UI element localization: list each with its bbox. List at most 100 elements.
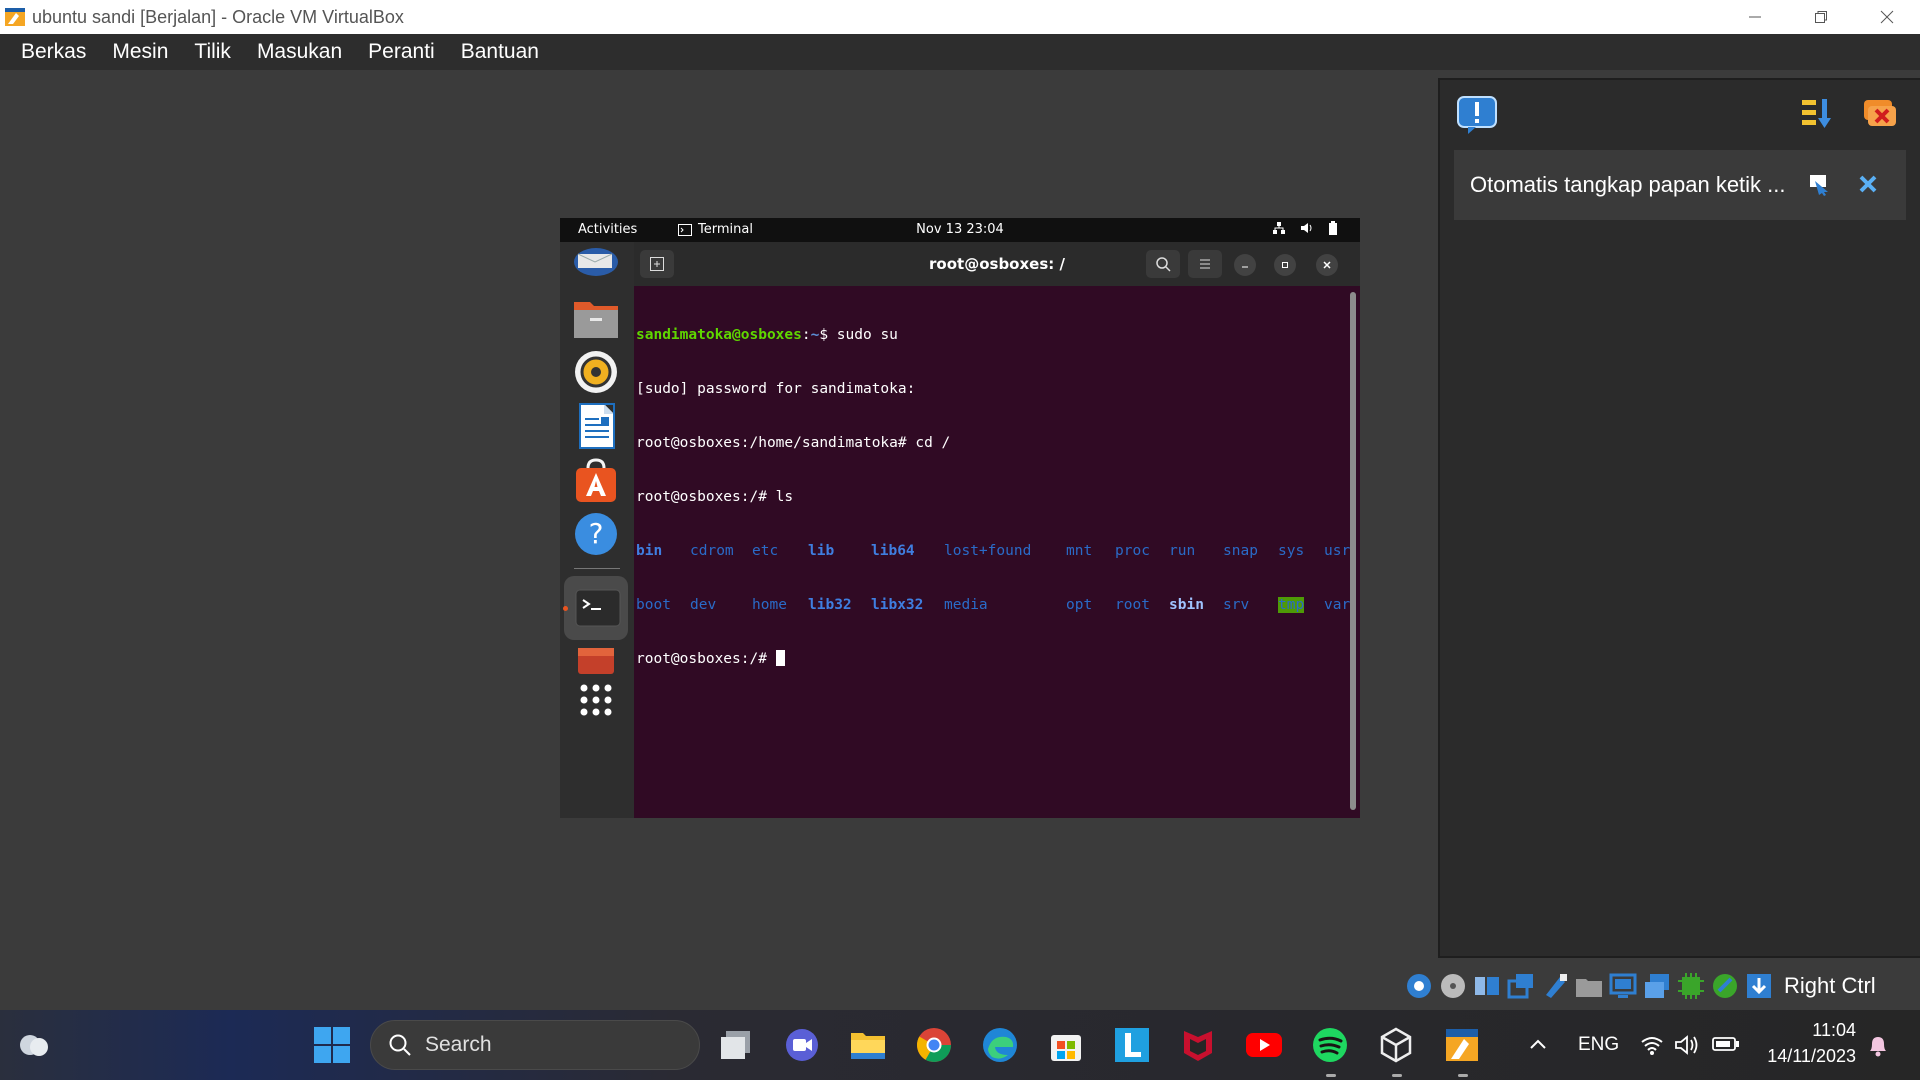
microsoft-store-icon[interactable] <box>1046 1025 1086 1065</box>
l-app-icon[interactable] <box>1112 1025 1152 1065</box>
sort-notifications-icon[interactable] <box>1800 96 1836 132</box>
youtube-icon[interactable] <box>1244 1025 1284 1065</box>
trash-icon[interactable] <box>572 646 620 674</box>
gnome-top-bar: Activities Terminal Nov 13 23:04 <box>560 218 1360 242</box>
shared-folders-icon[interactable] <box>1574 971 1604 1001</box>
display-icon[interactable] <box>1608 971 1638 1001</box>
close-button[interactable] <box>1854 0 1920 34</box>
svg-text:?: ? <box>589 517 604 550</box>
search-icon <box>1156 257 1171 272</box>
terminal-dock-icon[interactable] <box>574 584 622 632</box>
ls-entry: sbin <box>1169 597 1204 613</box>
thunderbird-icon[interactable] <box>572 244 620 292</box>
menu-mesin[interactable]: Mesin <box>99 34 181 70</box>
terminal-headerbar: root@osboxes: / <box>634 242 1360 286</box>
audio-icon[interactable] <box>1472 971 1502 1001</box>
menu-bantuan[interactable]: Bantuan <box>448 34 552 70</box>
rhythmbox-icon[interactable] <box>572 348 620 396</box>
mcafee-icon[interactable] <box>1178 1025 1218 1065</box>
current-prompt: root@osboxes:/# <box>636 651 776 667</box>
keyboard-capture-icon[interactable] <box>1808 172 1832 196</box>
battery-icon[interactable] <box>1712 1036 1740 1052</box>
ls-entry: proc <box>1115 543 1150 559</box>
menu-peranti[interactable]: Peranti <box>355 34 448 70</box>
optical-drive-icon[interactable] <box>1438 971 1468 1001</box>
ls-entry: lib32 <box>808 597 852 613</box>
chevron-up-icon[interactable] <box>1528 1035 1548 1055</box>
notification-bell-icon[interactable] <box>1866 1032 1890 1058</box>
terminal-window[interactable]: root@osboxes: / sandimatoka@osboxes:~$ s… <box>634 242 1360 818</box>
volume-icon[interactable] <box>1300 221 1314 235</box>
cpu-icon[interactable] <box>1676 971 1706 1001</box>
task-view-icon[interactable] <box>716 1025 756 1065</box>
clear-notifications-icon[interactable] <box>1860 94 1900 134</box>
taskbar-time[interactable]: 11:04 <box>1748 1020 1856 1041</box>
minimize-button[interactable] <box>1722 0 1788 34</box>
menu-berkas[interactable]: Berkas <box>8 34 99 70</box>
ls-entry: snap <box>1223 543 1258 559</box>
teams-chat-icon[interactable] <box>782 1025 822 1065</box>
window-title: ubuntu sandi [Berjalan] - Oracle VM Virt… <box>32 6 404 27</box>
terminal-output[interactable]: sandimatoka@osboxes:~$ sudo su [sudo] pa… <box>636 290 1350 704</box>
edge-icon[interactable] <box>980 1025 1020 1065</box>
libreoffice-writer-icon[interactable] <box>572 402 620 450</box>
host-key-label: Right Ctrl <box>1784 973 1876 998</box>
dismiss-notification-icon[interactable] <box>1858 174 1878 194</box>
mouse-integration-icon[interactable] <box>1710 971 1740 1001</box>
terminal-search-button[interactable] <box>1146 250 1180 278</box>
gnome-clock[interactable]: Nov 13 23:04 <box>560 222 1360 237</box>
files-icon[interactable] <box>572 294 620 342</box>
hamburger-menu-icon <box>1200 259 1210 269</box>
language-indicator[interactable]: ENG <box>1578 1034 1619 1056</box>
windows-taskbar: Search ENG 11:04 14/11/2023 <box>0 1010 1920 1080</box>
3d-box-app-icon[interactable] <box>1376 1025 1416 1065</box>
close-icon <box>1880 10 1894 24</box>
video-capture-icon[interactable] <box>1642 971 1672 1001</box>
notification-alert-icon[interactable] <box>1456 94 1498 136</box>
minimize-icon <box>1242 266 1248 268</box>
show-applications-icon[interactable] <box>572 678 620 726</box>
ubuntu-software-icon[interactable] <box>572 456 620 504</box>
spotify-icon[interactable] <box>1310 1025 1350 1065</box>
virtualbox-taskbar-icon[interactable] <box>1442 1025 1482 1065</box>
ls-output-row-1: bin cdrom etc lib lib64 lost+found mnt p… <box>636 542 1350 560</box>
window-titlebar: ubuntu sandi [Berjalan] - Oracle VM Virt… <box>0 0 1920 34</box>
taskbar-search-box[interactable]: Search <box>370 1020 700 1070</box>
ls-entry: run <box>1169 543 1196 559</box>
terminal-close-button[interactable] <box>1316 254 1338 276</box>
network-icon[interactable] <box>1272 221 1286 235</box>
battery-icon[interactable] <box>1328 221 1338 235</box>
windows-start-icon[interactable] <box>312 1025 352 1065</box>
terminal-scrollbar[interactable] <box>1350 292 1356 810</box>
network-adapter-icon[interactable] <box>1506 971 1536 1001</box>
notification-center-panel: Otomatis tangkap papan ketik ... <box>1438 78 1920 958</box>
ls-entry: mnt <box>1066 543 1093 559</box>
terminal-minimize-button[interactable] <box>1234 254 1256 276</box>
notification-card[interactable]: Otomatis tangkap papan ketik ... <box>1454 150 1906 220</box>
terminal-line: [sudo] password for sandimatoka: <box>636 381 916 397</box>
taskbar-date[interactable]: 14/11/2023 <box>1748 1046 1856 1067</box>
wifi-icon[interactable] <box>1640 1034 1664 1056</box>
ls-entry-tmp: tmp <box>1278 596 1324 614</box>
hard-disk-icon[interactable] <box>1404 971 1434 1001</box>
terminal-menu-button[interactable] <box>1188 250 1222 278</box>
ls-entry: sys <box>1278 543 1305 559</box>
menu-masukan[interactable]: Masukan <box>244 34 355 70</box>
weather-icon[interactable] <box>14 1025 54 1065</box>
vm-display[interactable]: Activities Terminal Nov 13 23:04 ? root@… <box>560 218 1360 818</box>
help-icon[interactable]: ? <box>572 510 620 558</box>
restore-button[interactable] <box>1788 0 1854 34</box>
notification-message: Otomatis tangkap papan ketik ... <box>1470 172 1786 197</box>
file-explorer-icon[interactable] <box>848 1025 888 1065</box>
speaker-icon[interactable] <box>1674 1034 1700 1056</box>
ls-entry: media <box>944 597 988 613</box>
ls-entry: lost+found <box>944 543 1032 559</box>
chrome-icon[interactable] <box>914 1025 954 1065</box>
ls-entry: etc <box>752 543 779 559</box>
menu-tilik[interactable]: Tilik <box>181 34 244 70</box>
running-indicator <box>563 606 568 611</box>
host-key-icon[interactable] <box>1744 971 1774 1001</box>
terminal-maximize-button[interactable] <box>1274 254 1296 276</box>
usb-icon[interactable] <box>1540 971 1570 1001</box>
ubuntu-dock: ? <box>560 242 634 818</box>
